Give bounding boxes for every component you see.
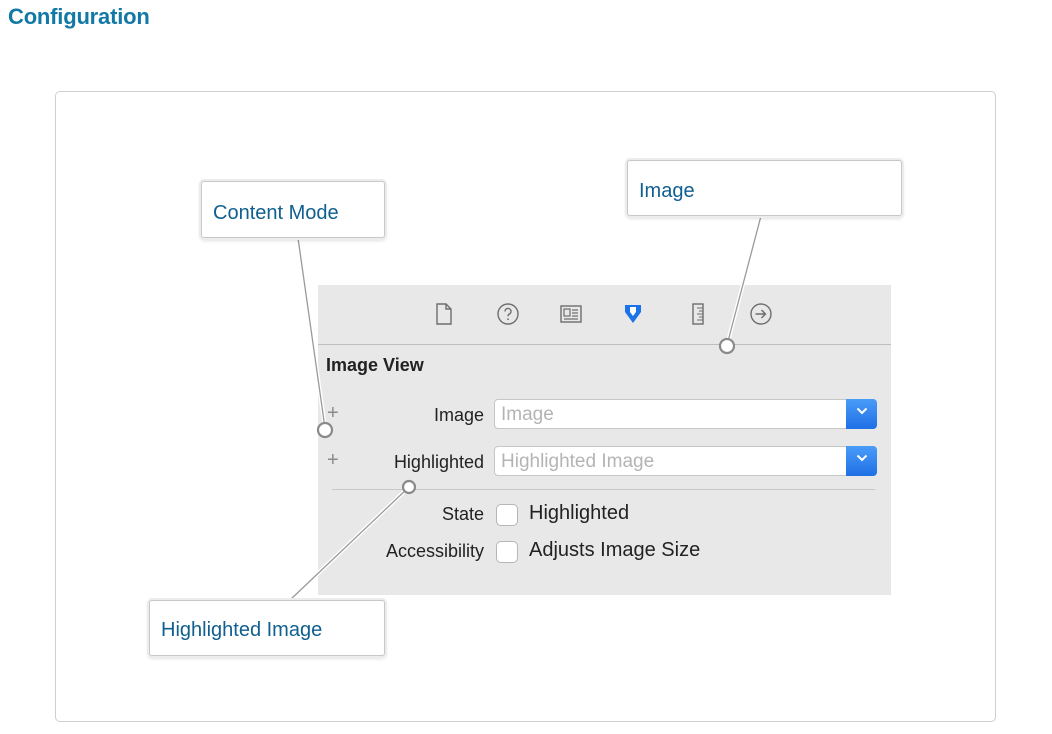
adjusts-image-size-checkbox[interactable] <box>496 541 518 563</box>
add-highlighted-variation-icon[interactable]: + <box>327 450 339 470</box>
highlighted-dropdown-button[interactable] <box>846 446 877 476</box>
attributes-inspector-icon[interactable] <box>620 301 646 327</box>
callout-content-mode: Content Mode <box>201 181 385 238</box>
attributes-inspector-panel: Image View + Image Image + Highlighted H… <box>318 285 891 595</box>
inspector-tab-bar <box>318 285 891 345</box>
file-inspector-icon[interactable] <box>431 301 457 327</box>
size-inspector-icon[interactable] <box>685 301 711 327</box>
highlighted-state-checkbox[interactable] <box>496 504 518 526</box>
callout-highlighted-image-text: Highlighted Image <box>161 619 323 641</box>
callout-image-text: Image <box>639 180 695 202</box>
callout-content-mode-text: Content Mode <box>213 202 339 224</box>
page-title: Configuration <box>8 4 150 29</box>
highlighted-combo-placeholder: Highlighted Image <box>501 451 655 472</box>
image-combo-placeholder: Image <box>501 404 554 425</box>
section-title: Image View <box>326 355 424 375</box>
callout-image: Image <box>627 160 902 216</box>
highlighted-combo-box[interactable]: Highlighted Image <box>494 446 877 476</box>
image-label: Image <box>433 405 484 425</box>
section-divider <box>332 489 875 490</box>
chevron-down-icon <box>856 407 867 415</box>
chevron-down-icon <box>856 454 867 462</box>
state-label: State <box>441 504 484 524</box>
identity-inspector-icon[interactable] <box>558 301 584 327</box>
connections-inspector-icon[interactable] <box>748 301 774 327</box>
accessibility-label: Accessibility <box>385 541 484 561</box>
highlighted-label: Highlighted <box>393 452 484 472</box>
image-combo-box[interactable]: Image <box>494 399 877 429</box>
adjusts-image-size-checkbox-label[interactable]: Adjusts Image Size <box>529 539 700 562</box>
add-image-variation-icon[interactable]: + <box>327 403 339 423</box>
quick-help-icon[interactable] <box>495 301 521 327</box>
callout-highlighted-image: Highlighted Image <box>149 600 385 656</box>
highlighted-state-checkbox-label[interactable]: Highlighted <box>529 502 629 525</box>
image-dropdown-button[interactable] <box>846 399 877 429</box>
